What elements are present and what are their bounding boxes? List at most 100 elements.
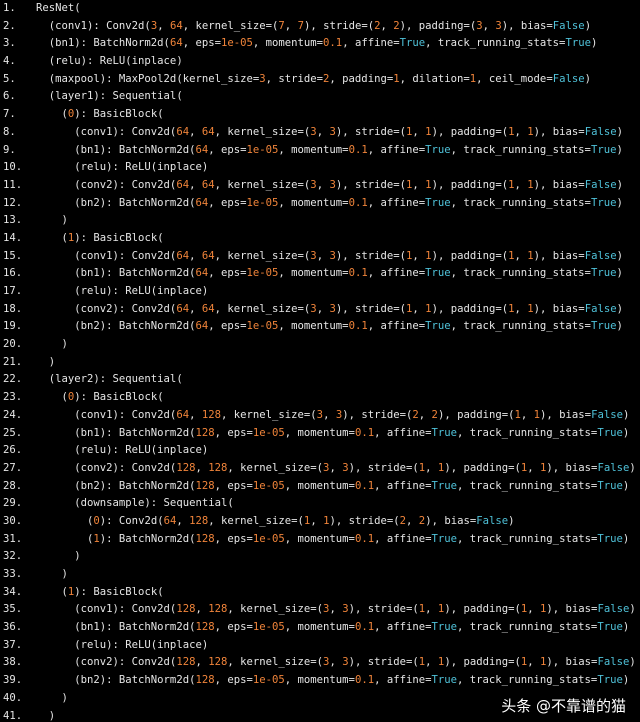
code-text: (relu): ReLU(inplace) bbox=[36, 638, 209, 651]
code-line: 29. (downsample): Sequential( bbox=[3, 495, 636, 513]
code-line: 39. (bn2): BatchNorm2d(128, eps=1e-05, m… bbox=[3, 672, 636, 690]
code-text: ) bbox=[36, 550, 81, 563]
code-text: (bn1): BatchNorm2d(128, eps=1e-05, momen… bbox=[36, 621, 630, 634]
code-text: (bn2): BatchNorm2d(128, eps=1e-05, momen… bbox=[36, 479, 630, 492]
code-line: 38. (conv2): Conv2d(128, 128, kernel_siz… bbox=[3, 654, 636, 672]
line-number: 13. bbox=[3, 214, 23, 227]
code-text: ) bbox=[36, 355, 56, 368]
code-text: (relu): ReLU(inplace) bbox=[36, 161, 209, 174]
line-number: 29. bbox=[3, 497, 23, 510]
line-number: 9. bbox=[3, 143, 16, 156]
line-number: 21. bbox=[3, 355, 23, 368]
code-line: 11. (conv2): Conv2d(64, 64, kernel_size=… bbox=[3, 177, 636, 195]
code-line: 8. (conv1): Conv2d(64, 64, kernel_size=(… bbox=[3, 124, 636, 142]
line-number: 24. bbox=[3, 408, 23, 421]
line-number: 37. bbox=[3, 638, 23, 651]
code-text: (conv2): Conv2d(64, 64, kernel_size=(3, … bbox=[36, 178, 623, 191]
code-line: 31. (1): BatchNorm2d(128, eps=1e-05, mom… bbox=[3, 531, 636, 549]
line-number: 16. bbox=[3, 267, 23, 280]
code-line: 4. (relu): ReLU(inplace) bbox=[3, 53, 636, 71]
line-number: 3. bbox=[3, 37, 16, 50]
code-line: 36. (bn1): BatchNorm2d(128, eps=1e-05, m… bbox=[3, 619, 636, 637]
code-text: (bn2): BatchNorm2d(64, eps=1e-05, moment… bbox=[36, 320, 623, 333]
code-line: 10. (relu): ReLU(inplace) bbox=[3, 159, 636, 177]
code-line: 18. (conv2): Conv2d(64, 64, kernel_size=… bbox=[3, 301, 636, 319]
code-text: (bn1): BatchNorm2d(64, eps=1e-05, moment… bbox=[36, 267, 623, 280]
line-number: 40. bbox=[3, 691, 23, 704]
code-text: (relu): ReLU(inplace) bbox=[36, 285, 209, 297]
line-number: 10. bbox=[3, 161, 23, 174]
code-text: (bn1): BatchNorm2d(64, eps=1e-05, moment… bbox=[36, 143, 623, 156]
code-line: 17. (relu): ReLU(inplace) bbox=[3, 283, 636, 301]
code-line: 19. (bn2): BatchNorm2d(64, eps=1e-05, mo… bbox=[3, 318, 636, 336]
line-number: 30. bbox=[3, 514, 23, 527]
code-text: ) bbox=[36, 691, 68, 704]
code-text: (relu): ReLU(inplace) bbox=[36, 444, 209, 457]
line-number: 41. bbox=[3, 709, 23, 722]
watermark-text: 头条 @不靠谱的猫 bbox=[501, 697, 626, 715]
code-text: (maxpool): MaxPool2d(kernel_size=3, stri… bbox=[36, 72, 591, 85]
watermark: 头条 @不靠谱的猫 bbox=[501, 695, 626, 716]
code-line: 9. (bn1): BatchNorm2d(64, eps=1e-05, mom… bbox=[3, 142, 636, 160]
code-line: 12. (bn2): BatchNorm2d(64, eps=1e-05, mo… bbox=[3, 195, 636, 213]
code-text: (relu): ReLU(inplace) bbox=[36, 55, 183, 68]
line-number: 39. bbox=[3, 674, 23, 687]
code-text: ) bbox=[36, 709, 56, 722]
code-line: 13. ) bbox=[3, 212, 636, 230]
line-number: 15. bbox=[3, 249, 23, 262]
line-number: 4. bbox=[3, 55, 16, 68]
line-number: 25. bbox=[3, 426, 23, 439]
code-line: 28. (bn2): BatchNorm2d(128, eps=1e-05, m… bbox=[3, 478, 636, 496]
code-text: (layer2): Sequential( bbox=[36, 373, 183, 386]
code-line: 24. (conv1): Conv2d(64, 128, kernel_size… bbox=[3, 407, 636, 425]
code-line: 22. (layer2): Sequential( bbox=[3, 371, 636, 389]
line-number: 38. bbox=[3, 656, 23, 669]
code-text: (conv2): Conv2d(128, 128, kernel_size=(3… bbox=[36, 461, 636, 474]
code-view: 1. ResNet(2. (conv1): Conv2d(3, 64, kerne… bbox=[0, 0, 640, 722]
code-text: (1): BasicBlock( bbox=[36, 231, 164, 244]
line-number: 20. bbox=[3, 338, 23, 351]
line-number: 31. bbox=[3, 532, 23, 545]
code-text: ) bbox=[36, 338, 68, 351]
code-text: ) bbox=[36, 214, 68, 227]
code-line: 21. ) bbox=[3, 354, 636, 372]
code-line: 30. (0): Conv2d(64, 128, kernel_size=(1,… bbox=[3, 513, 636, 531]
code-text: (layer1): Sequential( bbox=[36, 90, 183, 103]
line-number: 32. bbox=[3, 550, 23, 563]
code-line: 20. ) bbox=[3, 336, 636, 354]
line-number: 35. bbox=[3, 603, 23, 616]
code-line: 16. (bn1): BatchNorm2d(64, eps=1e-05, mo… bbox=[3, 265, 636, 283]
code-text: (0): BasicBlock( bbox=[36, 391, 164, 404]
code-text: (0): Conv2d(64, 128, kernel_size=(1, 1),… bbox=[36, 514, 515, 527]
line-number: 36. bbox=[3, 621, 23, 634]
code-line: 3. (bn1): BatchNorm2d(64, eps=1e-05, mom… bbox=[3, 35, 636, 53]
code-text: (conv1): Conv2d(64, 64, kernel_size=(3, … bbox=[36, 125, 623, 138]
code-line: 27. (conv2): Conv2d(128, 128, kernel_siz… bbox=[3, 460, 636, 478]
code-text: (bn1): BatchNorm2d(128, eps=1e-05, momen… bbox=[36, 426, 630, 439]
line-number: 27. bbox=[3, 461, 23, 474]
line-number: 17. bbox=[3, 285, 23, 297]
code-text: ) bbox=[36, 568, 68, 580]
code-line: 14. (1): BasicBlock( bbox=[3, 230, 636, 248]
code-text: (conv1): Conv2d(3, 64, kernel_size=(7, 7… bbox=[36, 19, 592, 32]
line-number: 7. bbox=[3, 108, 16, 121]
code-line: 35. (conv1): Conv2d(128, 128, kernel_siz… bbox=[3, 601, 636, 619]
code-text: (conv1): Conv2d(64, 128, kernel_size=(3,… bbox=[36, 408, 630, 421]
code-line: 23. (0): BasicBlock( bbox=[3, 389, 636, 407]
code-line: 5. (maxpool): MaxPool2d(kernel_size=3, s… bbox=[3, 71, 636, 89]
code-line: 25. (bn1): BatchNorm2d(128, eps=1e-05, m… bbox=[3, 425, 636, 443]
code-line: 6. (layer1): Sequential( bbox=[3, 88, 636, 106]
code-text: (1): BatchNorm2d(128, eps=1e-05, momentu… bbox=[36, 532, 630, 545]
code-text: (bn2): BatchNorm2d(128, eps=1e-05, momen… bbox=[36, 674, 630, 687]
code-lines: 1. ResNet(2. (conv1): Conv2d(3, 64, kerne… bbox=[3, 0, 636, 722]
code-text: (conv2): Conv2d(64, 64, kernel_size=(3, … bbox=[36, 302, 623, 315]
code-text: (1): BasicBlock( bbox=[36, 585, 164, 598]
code-line: 15. (conv1): Conv2d(64, 64, kernel_size=… bbox=[3, 248, 636, 266]
line-number: 19. bbox=[3, 320, 23, 333]
line-number: 8. bbox=[3, 125, 16, 138]
code-line: 37. (relu): ReLU(inplace) bbox=[3, 637, 636, 655]
line-number: 22. bbox=[3, 373, 23, 386]
code-line: 26. (relu): ReLU(inplace) bbox=[3, 442, 636, 460]
line-number: 26. bbox=[3, 444, 23, 457]
line-number: 11. bbox=[3, 178, 23, 191]
